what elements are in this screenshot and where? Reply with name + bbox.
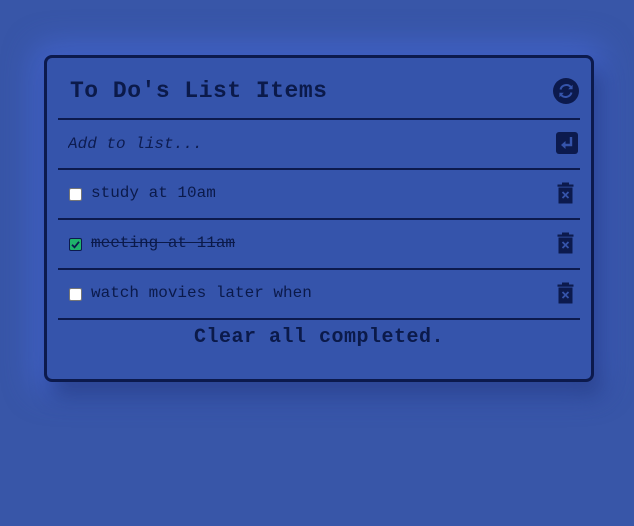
item-label: watch movies later when <box>91 284 312 302</box>
item-label: meeting at 11am <box>91 234 236 252</box>
enter-icon <box>556 132 578 154</box>
trash-icon <box>557 282 574 304</box>
item-checkbox-checked[interactable] <box>69 238 82 251</box>
todo-card: To Do's List Items stu <box>44 55 594 382</box>
clear-completed-button[interactable]: Clear all completed. <box>58 318 580 358</box>
item-label: study at 10am <box>91 184 216 202</box>
checkmark-icon <box>70 239 81 250</box>
todo-item: watch movies later when <box>58 270 580 320</box>
item-checkbox[interactable] <box>69 188 82 201</box>
trash-icon <box>557 182 574 204</box>
page-title: To Do's List Items <box>70 78 328 104</box>
delete-item-button[interactable] <box>557 232 574 254</box>
refresh-icon <box>553 78 579 104</box>
refresh-button[interactable] <box>553 78 579 104</box>
delete-item-button[interactable] <box>557 182 574 204</box>
item-checkbox[interactable] <box>69 288 82 301</box>
todo-item: study at 10am <box>58 170 580 220</box>
add-item-button[interactable] <box>556 132 578 154</box>
todo-item: meeting at 11am <box>58 220 580 270</box>
add-item-input[interactable] <box>58 128 538 160</box>
header: To Do's List Items <box>58 58 580 120</box>
delete-item-button[interactable] <box>557 282 574 304</box>
add-item-row <box>58 120 580 170</box>
trash-icon <box>557 232 574 254</box>
